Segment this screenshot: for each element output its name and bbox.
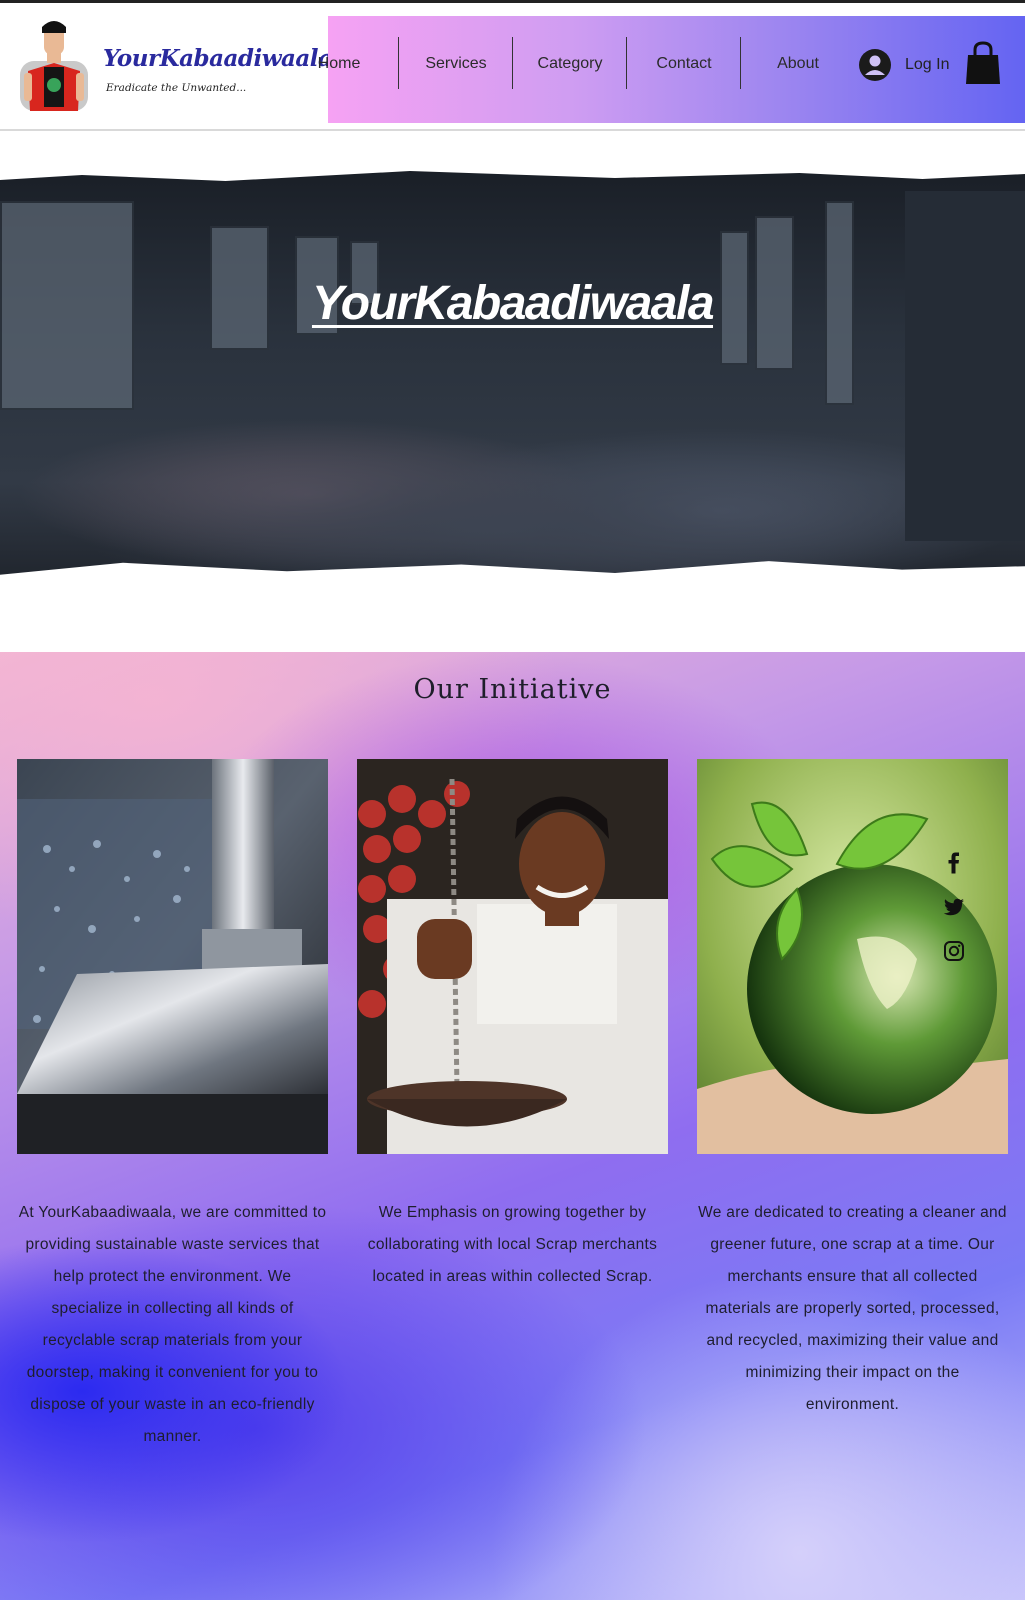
nav-divider xyxy=(398,37,399,89)
nav-divider xyxy=(626,37,627,89)
brand-tagline: Eradicate the Unwanted... xyxy=(106,82,247,94)
hero-wall xyxy=(905,191,1025,541)
logo-mascot-icon[interactable] xyxy=(18,13,93,113)
login-label: Log In xyxy=(905,56,950,73)
avatar-icon xyxy=(859,49,891,81)
nav-services[interactable]: Services xyxy=(400,16,512,123)
login-button[interactable]: Log In xyxy=(859,49,949,81)
section-title: Our Initiative xyxy=(413,674,612,705)
site-header: YourKabaadiwaala Eradicate the Unwanted.… xyxy=(0,3,1025,131)
facebook-icon[interactable] xyxy=(943,852,965,874)
initiative-text-1: At YourKabaadiwaala, we are committed to… xyxy=(18,1204,327,1445)
twitter-icon[interactable] xyxy=(943,896,965,918)
brand-name[interactable]: YourKabaadiwaala xyxy=(103,45,333,72)
main-nav: Home Services Category Contact About Log… xyxy=(318,16,1025,123)
nav-about[interactable]: About xyxy=(742,16,854,123)
hero-banner: YourKabaadiwaala xyxy=(0,167,1025,591)
initiative-text-3: We are dedicated to creating a cleaner a… xyxy=(698,1204,1007,1413)
nav-divider xyxy=(740,37,741,89)
nav-contact[interactable]: Contact xyxy=(628,16,740,123)
instagram-icon[interactable] xyxy=(943,940,965,962)
shopping-bag-icon[interactable] xyxy=(965,41,1001,85)
nav-home[interactable]: Home xyxy=(304,16,374,123)
scrap-merchant-photo xyxy=(357,759,668,1154)
hero-background-image xyxy=(0,171,1025,586)
initiative-text-2: We Emphasis on growing together by colla… xyxy=(367,1204,658,1285)
hero-title: YourKabaadiwaala xyxy=(311,277,715,330)
nav-category[interactable]: Category xyxy=(514,16,626,123)
metal-scrap-photo xyxy=(17,759,328,1154)
nav-divider xyxy=(512,37,513,89)
initiative-section: Our Initiative At YourKabaadiwaala, we a… xyxy=(0,652,1025,1600)
